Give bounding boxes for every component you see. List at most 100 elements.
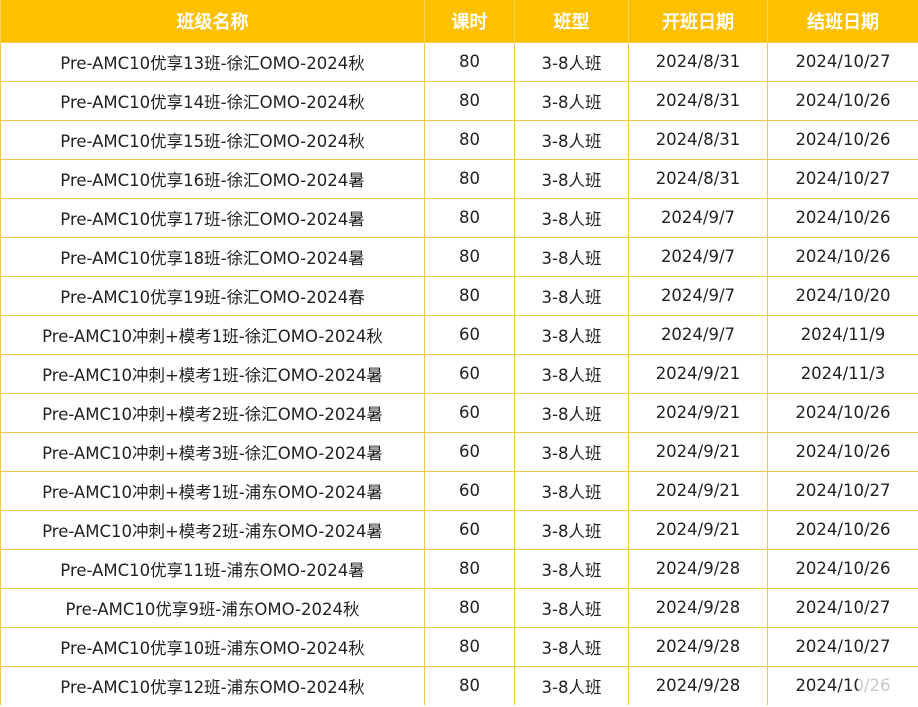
cell-class-name[interactable]: Pre-AMC10优享11班-浦东OMO-2024暑 xyxy=(0,548,425,589)
cell-hours[interactable]: 60 xyxy=(424,392,515,433)
cell-end-date[interactable]: 2024/10/26 xyxy=(767,197,918,238)
cell-end-date[interactable]: 2024/11/3 xyxy=(767,353,918,394)
cell-class-name[interactable]: Pre-AMC10优享10班-浦东OMO-2024秋 xyxy=(0,626,425,667)
cell-start-date[interactable]: 2024/9/21 xyxy=(628,431,768,472)
cell-hours[interactable]: 80 xyxy=(424,158,515,199)
cell-start-date[interactable]: 2024/9/7 xyxy=(628,314,768,355)
spreadsheet: 班级名称 课时 班型 开班日期 结班日期 Pre-AMC10优享13班-徐汇OM… xyxy=(0,0,918,707)
cell-start-date[interactable]: 2024/8/31 xyxy=(628,41,768,82)
cell-class-type[interactable]: 3-8人班 xyxy=(514,431,629,472)
cell-hours[interactable]: 60 xyxy=(424,431,515,472)
cell-class-type[interactable]: 3-8人班 xyxy=(514,314,629,355)
cell-hours[interactable]: 80 xyxy=(424,236,515,277)
cell-class-name[interactable]: Pre-AMC10优享19班-徐汇OMO-2024春 xyxy=(0,275,425,316)
cell-class-name[interactable]: Pre-AMC10冲刺+模考3班-徐汇OMO-2024暑 xyxy=(0,431,425,472)
cell-start-date[interactable]: 2024/9/21 xyxy=(628,509,768,550)
cell-class-type[interactable]: 3-8人班 xyxy=(514,41,629,82)
cell-end-date[interactable]: 2024/10/27 xyxy=(767,470,918,511)
cell-class-type[interactable]: 3-8人班 xyxy=(514,587,629,628)
cell-class-type[interactable]: 3-8人班 xyxy=(514,665,629,705)
cell-end-date[interactable]: 2024/10/26 xyxy=(767,80,918,121)
cell-end-date[interactable]: 2024/10/26 xyxy=(767,548,918,589)
cell-hours[interactable]: 60 xyxy=(424,353,515,394)
cell-start-date[interactable]: 2024/9/21 xyxy=(628,392,768,433)
cell-hours[interactable]: 60 xyxy=(424,470,515,511)
cell-end-date[interactable]: 2024/10/26 xyxy=(767,236,918,277)
table-row: Pre-AMC10冲刺+模考2班-浦东OMO-2024暑 60 3-8人班 20… xyxy=(0,509,918,550)
cell-start-date[interactable]: 2024/9/28 xyxy=(628,587,768,628)
header-start-date[interactable]: 开班日期 xyxy=(628,0,768,42)
cell-hours[interactable]: 80 xyxy=(424,626,515,667)
cell-class-name[interactable]: Pre-AMC10冲刺+模考2班-徐汇OMO-2024暑 xyxy=(0,392,425,433)
cell-start-date[interactable]: 2024/9/28 xyxy=(628,548,768,589)
cell-class-name[interactable]: Pre-AMC10优享17班-徐汇OMO-2024暑 xyxy=(0,197,425,238)
table-row: Pre-AMC10优享19班-徐汇OMO-2024春 80 3-8人班 2024… xyxy=(0,275,918,316)
cell-end-date[interactable]: 2024/10/27 xyxy=(767,158,918,199)
header-hours[interactable]: 课时 xyxy=(424,0,515,42)
watermark-overlay xyxy=(858,671,898,693)
cell-class-type[interactable]: 3-8人班 xyxy=(514,626,629,667)
cell-class-name[interactable]: Pre-AMC10优享14班-徐汇OMO-2024秋 xyxy=(0,80,425,121)
cell-start-date[interactable]: 2024/9/21 xyxy=(628,470,768,511)
cell-class-type[interactable]: 3-8人班 xyxy=(514,353,629,394)
cell-class-name[interactable]: Pre-AMC10冲刺+模考2班-浦东OMO-2024暑 xyxy=(0,509,425,550)
cell-class-name[interactable]: Pre-AMC10优享9班-浦东OMO-2024秋 xyxy=(0,587,425,628)
table-row: Pre-AMC10优享16班-徐汇OMO-2024暑 80 3-8人班 2024… xyxy=(0,158,918,199)
cell-class-name[interactable]: Pre-AMC10冲刺+模考1班-徐汇OMO-2024暑 xyxy=(0,353,425,394)
cell-class-name[interactable]: Pre-AMC10冲刺+模考1班-浦东OMO-2024暑 xyxy=(0,470,425,511)
cell-class-name[interactable]: Pre-AMC10优享13班-徐汇OMO-2024秋 xyxy=(0,41,425,82)
cell-hours[interactable]: 80 xyxy=(424,548,515,589)
cell-class-type[interactable]: 3-8人班 xyxy=(514,236,629,277)
cell-end-date[interactable]: 2024/10/26 xyxy=(767,509,918,550)
cell-class-type[interactable]: 3-8人班 xyxy=(514,470,629,511)
cell-hours[interactable]: 80 xyxy=(424,41,515,82)
cell-start-date[interactable]: 2024/9/7 xyxy=(628,197,768,238)
cell-hours[interactable]: 60 xyxy=(424,314,515,355)
cell-hours[interactable]: 80 xyxy=(424,665,515,705)
table-body: Pre-AMC10优享13班-徐汇OMO-2024秋 80 3-8人班 2024… xyxy=(0,41,918,705)
cell-end-date[interactable]: 2024/10/27 xyxy=(767,587,918,628)
cell-hours[interactable]: 80 xyxy=(424,80,515,121)
cell-end-date[interactable]: 2024/11/9 xyxy=(767,314,918,355)
cell-class-type[interactable]: 3-8人班 xyxy=(514,197,629,238)
cell-end-date[interactable]: 2024/10/26 xyxy=(767,119,918,160)
cell-class-type[interactable]: 3-8人班 xyxy=(514,119,629,160)
cell-class-name[interactable]: Pre-AMC10优享18班-徐汇OMO-2024暑 xyxy=(0,236,425,277)
cell-start-date[interactable]: 2024/8/31 xyxy=(628,80,768,121)
cell-class-name[interactable]: Pre-AMC10冲刺+模考1班-徐汇OMO-2024秋 xyxy=(0,314,425,355)
header-end-date[interactable]: 结班日期 xyxy=(767,0,918,42)
cell-class-type[interactable]: 3-8人班 xyxy=(514,80,629,121)
cell-class-name[interactable]: Pre-AMC10优享15班-徐汇OMO-2024秋 xyxy=(0,119,425,160)
cell-end-date[interactable]: 2024/10/26 xyxy=(767,431,918,472)
cell-class-type[interactable]: 3-8人班 xyxy=(514,275,629,316)
cell-hours[interactable]: 80 xyxy=(424,197,515,238)
table-row: Pre-AMC10优享10班-浦东OMO-2024秋 80 3-8人班 2024… xyxy=(0,626,918,667)
cell-hours[interactable]: 80 xyxy=(424,587,515,628)
cell-class-type[interactable]: 3-8人班 xyxy=(514,509,629,550)
cell-class-type[interactable]: 3-8人班 xyxy=(514,392,629,433)
cell-start-date[interactable]: 2024/9/7 xyxy=(628,275,768,316)
cell-start-date[interactable]: 2024/9/28 xyxy=(628,665,768,705)
cell-end-date[interactable]: 2024/10/27 xyxy=(767,626,918,667)
cell-hours[interactable]: 60 xyxy=(424,509,515,550)
cell-start-date[interactable]: 2024/9/7 xyxy=(628,236,768,277)
table-row: Pre-AMC10冲刺+模考3班-徐汇OMO-2024暑 60 3-8人班 20… xyxy=(0,431,918,472)
cell-start-date[interactable]: 2024/8/31 xyxy=(628,119,768,160)
cell-start-date[interactable]: 2024/8/31 xyxy=(628,158,768,199)
header-class-name[interactable]: 班级名称 xyxy=(0,0,425,42)
cell-start-date[interactable]: 2024/9/28 xyxy=(628,626,768,667)
cell-end-date[interactable]: 2024/10/27 xyxy=(767,41,918,82)
cell-class-name[interactable]: Pre-AMC10优享16班-徐汇OMO-2024暑 xyxy=(0,158,425,199)
cell-end-date[interactable]: 2024/10/26 xyxy=(767,392,918,433)
cell-class-type[interactable]: 3-8人班 xyxy=(514,158,629,199)
cell-hours[interactable]: 80 xyxy=(424,119,515,160)
cell-class-name[interactable]: Pre-AMC10优享12班-浦东OMO-2024秋 xyxy=(0,665,425,705)
table-row: Pre-AMC10优享9班-浦东OMO-2024秋 80 3-8人班 2024/… xyxy=(0,587,918,628)
cell-start-date[interactable]: 2024/9/21 xyxy=(628,353,768,394)
table-row: Pre-AMC10优享13班-徐汇OMO-2024秋 80 3-8人班 2024… xyxy=(0,41,918,82)
cell-hours[interactable]: 80 xyxy=(424,275,515,316)
cell-class-type[interactable]: 3-8人班 xyxy=(514,548,629,589)
table-row: Pre-AMC10冲刺+模考2班-徐汇OMO-2024暑 60 3-8人班 20… xyxy=(0,392,918,433)
header-class-type[interactable]: 班型 xyxy=(514,0,629,42)
cell-end-date[interactable]: 2024/10/20 xyxy=(767,275,918,316)
